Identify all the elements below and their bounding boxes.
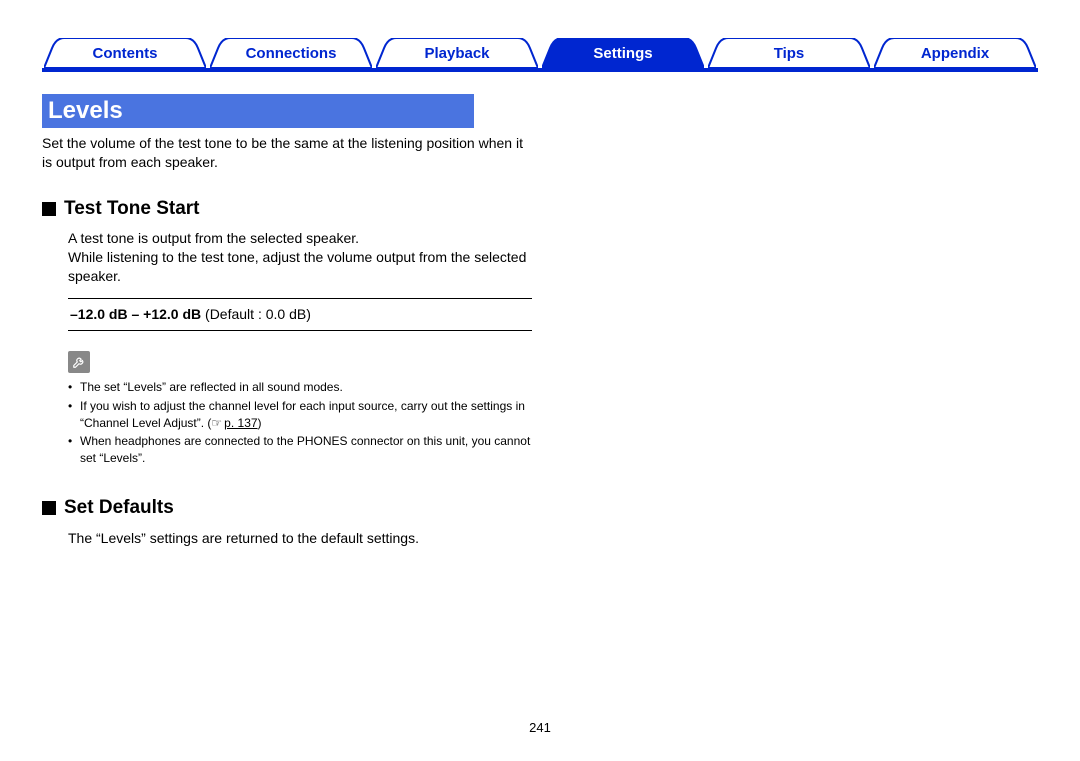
nav-tab-label[interactable]: Playback	[376, 38, 538, 68]
wrench-icon	[68, 351, 90, 373]
note-block: The set “Levels” are reflected in all so…	[68, 351, 532, 467]
nav-tab-label[interactable]: Connections	[210, 38, 372, 68]
nav-tab-tips[interactable]: Tips	[708, 38, 870, 68]
nav-tab-label[interactable]: Settings	[542, 38, 704, 68]
note-item: When headphones are connected to the PHO…	[68, 433, 532, 467]
page-reference-link[interactable]: p. 137	[224, 416, 257, 430]
nav-tab-contents[interactable]: Contents	[44, 38, 206, 68]
sub2-description: The “Levels” settings are returned to th…	[68, 529, 532, 548]
value-range-row: –12.0 dB – +12.0 dB (Default : 0.0 dB)	[68, 298, 532, 331]
range-bold: –12.0 dB – +12.0 dB	[70, 306, 201, 322]
section-title-banner: Levels	[42, 94, 474, 128]
nav-tab-playback[interactable]: Playback	[376, 38, 538, 68]
subheading-test-tone-start: Test Tone Start	[42, 196, 532, 222]
nav-tabs: ContentsConnectionsPlaybackSettingsTipsA…	[42, 30, 1038, 68]
nav-tab-label[interactable]: Contents	[44, 38, 206, 68]
subheading-set-defaults: Set Defaults	[42, 495, 532, 521]
note-item: If you wish to adjust the channel level …	[68, 398, 532, 432]
content-column: Set the volume of the test tone to be th…	[42, 134, 532, 560]
page-number: 241	[0, 720, 1080, 735]
square-bullet-icon	[42, 202, 56, 216]
square-bullet-icon	[42, 501, 56, 515]
nav-tab-label[interactable]: Appendix	[874, 38, 1036, 68]
range-default: (Default : 0.0 dB)	[201, 306, 311, 322]
subheading-1-text: Test Tone Start	[64, 196, 199, 222]
nav-tab-label[interactable]: Tips	[708, 38, 870, 68]
nav-tab-settings[interactable]: Settings	[542, 38, 704, 68]
section-title: Levels	[48, 97, 123, 124]
nav-tab-appendix[interactable]: Appendix	[874, 38, 1036, 68]
sub1-description: A test tone is output from the selected …	[68, 229, 532, 286]
note-list: The set “Levels” are reflected in all so…	[68, 379, 532, 467]
subheading-2-text: Set Defaults	[64, 495, 174, 521]
top-nav: ContentsConnectionsPlaybackSettingsTipsA…	[42, 30, 1038, 72]
intro-text: Set the volume of the test tone to be th…	[42, 134, 532, 172]
pointer-icon: ☞	[211, 416, 222, 430]
note-item: The set “Levels” are reflected in all so…	[68, 379, 532, 396]
nav-tab-connections[interactable]: Connections	[210, 38, 372, 68]
